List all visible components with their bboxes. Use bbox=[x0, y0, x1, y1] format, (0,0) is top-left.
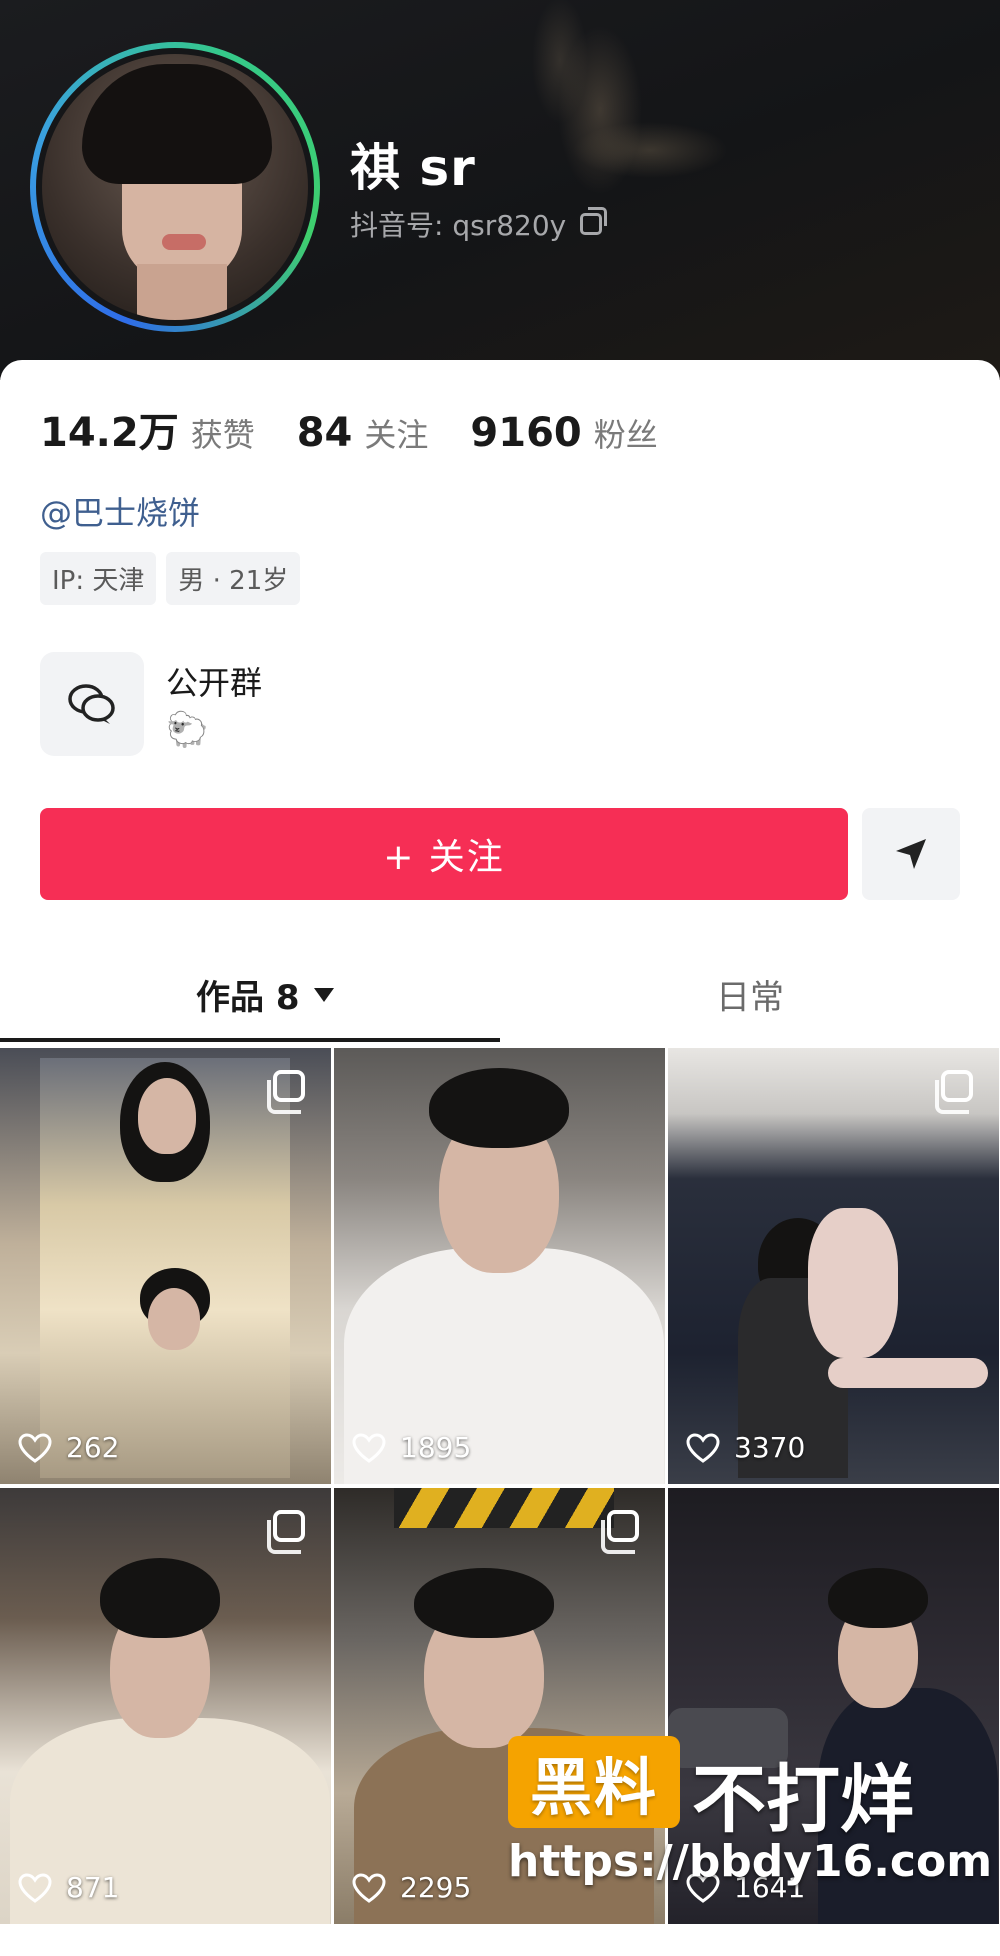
like-count-value: 1895 bbox=[400, 1431, 472, 1464]
sheep-icon: 🐑 bbox=[166, 710, 209, 750]
like-count: 262 bbox=[18, 1431, 119, 1464]
copy-icon[interactable] bbox=[580, 207, 608, 235]
bio-mention-link[interactable]: @巴士烧饼 bbox=[40, 488, 200, 534]
video-thumbnail[interactable]: 1895 bbox=[334, 1048, 665, 1484]
heart-icon bbox=[352, 1872, 386, 1903]
heart-icon bbox=[18, 1872, 52, 1903]
like-count-value: 871 bbox=[66, 1871, 120, 1904]
profile-tags: IP: 天津 男 · 21岁 bbox=[40, 552, 301, 605]
video-thumbnail[interactable]: 871 bbox=[0, 1488, 331, 1924]
stats-row: 14.2万 获赞 84 关注 9160 粉丝 bbox=[40, 400, 700, 458]
header-background-image bbox=[430, 0, 760, 320]
tab-works[interactable]: 作品 8 bbox=[196, 970, 334, 1019]
stat-likes-value: 14.2万 bbox=[40, 410, 179, 456]
like-count: 1895 bbox=[352, 1431, 471, 1464]
heart-icon bbox=[18, 1432, 52, 1463]
watermark-text: 不打烊 bbox=[692, 1757, 914, 1843]
profile-name: 祺 sr bbox=[350, 139, 476, 197]
profile-header: 祺 sr 抖音号: qsr820y bbox=[0, 0, 1000, 380]
avatar[interactable] bbox=[30, 42, 320, 332]
multi-image-icon bbox=[267, 1510, 305, 1554]
like-count-value: 262 bbox=[66, 1431, 120, 1464]
douyin-id[interactable]: 抖音号: qsr820y bbox=[350, 204, 608, 244]
like-count-value: 3370 bbox=[734, 1431, 806, 1464]
tab-works-label: 作品 8 bbox=[196, 978, 300, 1018]
dropdown-caret-icon bbox=[313, 987, 334, 1002]
stat-followers-value: 9160 bbox=[470, 410, 582, 456]
avatar-image bbox=[36, 48, 314, 326]
ip-location-tag: IP: 天津 bbox=[40, 552, 157, 605]
chat-bubble-icon bbox=[68, 684, 115, 724]
douyin-id-text: 抖音号: qsr820y bbox=[350, 209, 567, 242]
share-button[interactable] bbox=[862, 808, 960, 900]
watermark-url: https://bbdy16.com bbox=[508, 1836, 993, 1887]
video-thumbnail[interactable]: 3370 bbox=[668, 1048, 999, 1484]
stat-following[interactable]: 84 关注 bbox=[297, 410, 429, 456]
content-tabs: 作品 8 日常 bbox=[0, 950, 1000, 1050]
follow-button[interactable]: + 关注 bbox=[40, 808, 848, 900]
stat-likes-label: 获赞 bbox=[190, 416, 255, 454]
like-count-value: 2295 bbox=[400, 1871, 472, 1904]
profile-card: 14.2万 获赞 84 关注 9160 粉丝 @巴士烧饼 IP: 天津 男 · … bbox=[0, 360, 1000, 1050]
stat-followers[interactable]: 9160 粉丝 bbox=[470, 410, 657, 456]
like-count: 3370 bbox=[686, 1431, 805, 1464]
multi-image-icon bbox=[267, 1070, 305, 1114]
like-count: 871 bbox=[18, 1871, 119, 1904]
stat-likes[interactable]: 14.2万 获赞 bbox=[40, 400, 255, 458]
stat-following-value: 84 bbox=[296, 410, 353, 456]
stat-followers-label: 粉丝 bbox=[593, 416, 658, 454]
multi-image-icon bbox=[601, 1510, 639, 1554]
group-chat-entry[interactable] bbox=[40, 652, 144, 756]
like-count: 2295 bbox=[352, 1871, 471, 1904]
tab-daily[interactable]: 日常 bbox=[716, 970, 784, 1019]
watermark-badge: 黑料 bbox=[508, 1736, 680, 1828]
send-icon bbox=[896, 839, 926, 869]
site-watermark: 黑料 不打烊 https://bbdy16.com bbox=[508, 1736, 992, 1887]
stat-following-label: 关注 bbox=[364, 416, 429, 454]
video-thumbnail[interactable]: 262 bbox=[0, 1048, 331, 1484]
group-chat-title[interactable]: 公开群 bbox=[166, 658, 262, 704]
heart-icon bbox=[686, 1432, 720, 1463]
multi-image-icon bbox=[935, 1070, 973, 1114]
heart-icon bbox=[352, 1432, 386, 1463]
gender-age-tag: 男 · 21岁 bbox=[166, 552, 301, 605]
active-tab-indicator bbox=[0, 1038, 500, 1042]
